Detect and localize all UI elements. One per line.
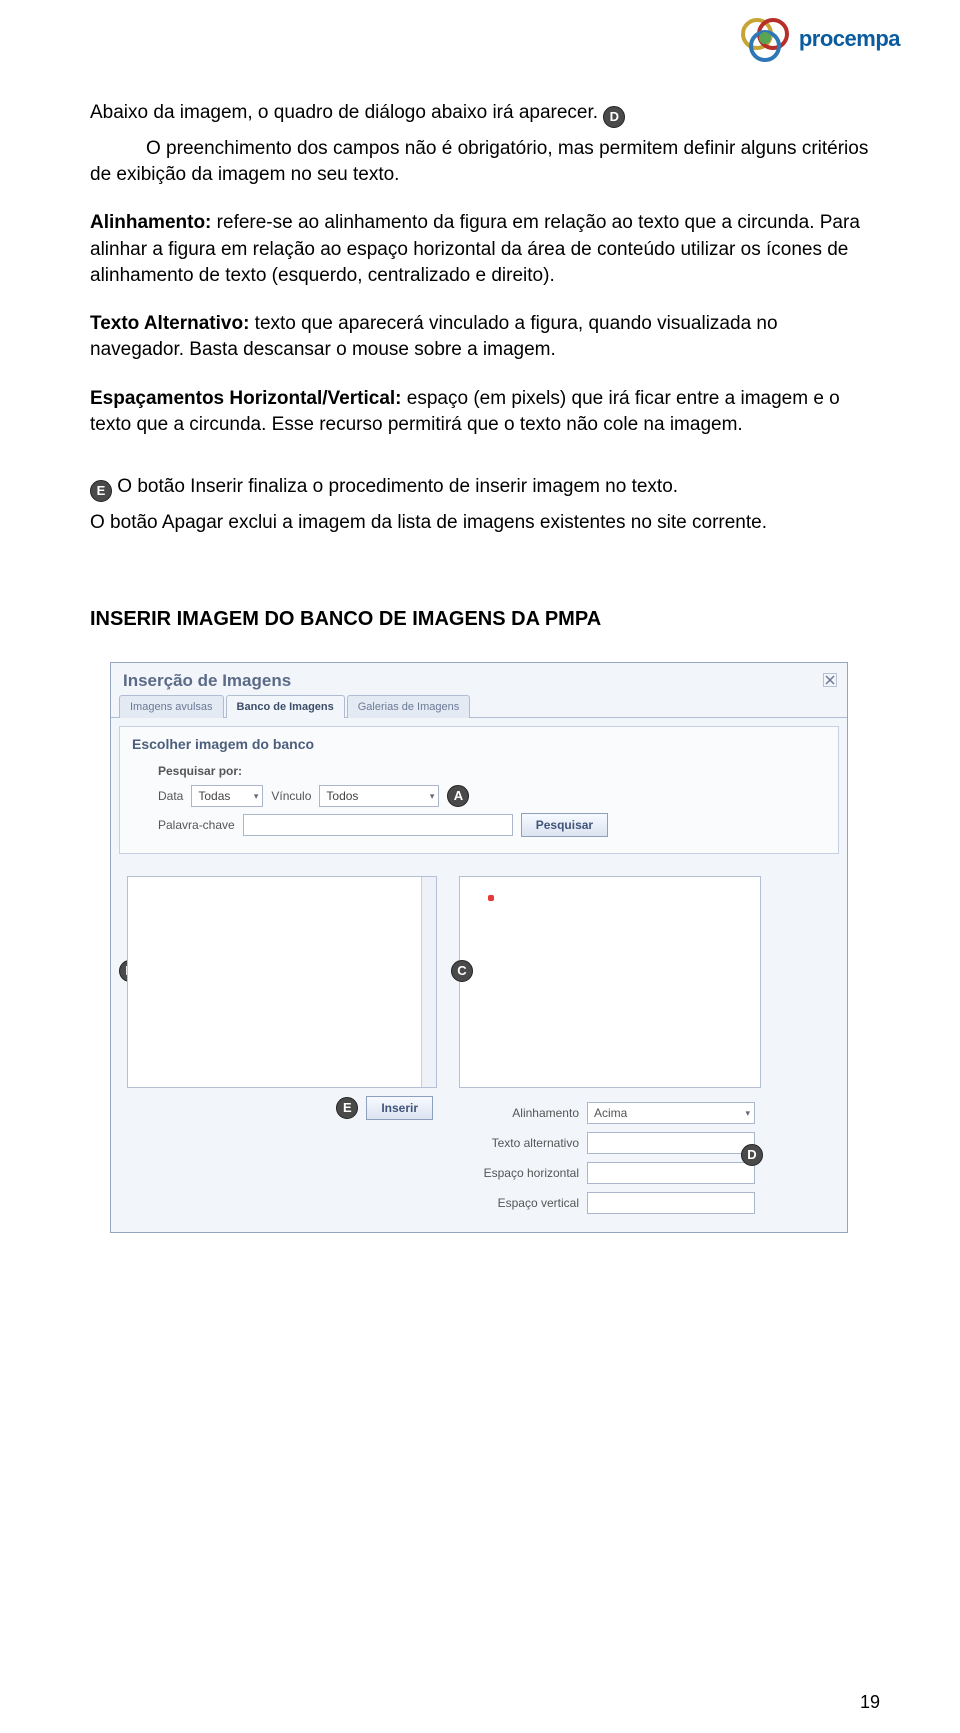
close-icon[interactable] [823, 673, 837, 687]
marker-a: A [447, 785, 469, 807]
vinculo-label: Vínculo [271, 788, 311, 805]
marker-e-inline: E [90, 480, 112, 502]
dialog-tabs: Imagens avulsas Banco de Imagens Galeria… [111, 694, 847, 718]
document-body: Abaixo da imagem, o quadro de diálogo ab… [90, 100, 870, 1233]
label-texto-alt: Texto Alternativo: [90, 313, 249, 334]
logo-text: procempa [799, 26, 900, 52]
tab-banco-imagens[interactable]: Banco de Imagens [226, 695, 345, 718]
text-inserir: O botão Inserir finaliza o procedimento … [112, 476, 678, 497]
label-alinhamento: Alinhamento: [90, 212, 211, 233]
paragraph-align: Alinhamento: refere-se ao alinhamento da… [90, 210, 870, 289]
tab-galerias[interactable]: Galerias de Imagens [347, 695, 471, 718]
paragraph-apagar: O botão Apagar exclui a imagem da lista … [90, 510, 870, 536]
prop-esp-v-label: Espaço vertical [459, 1195, 579, 1212]
dialog-title: Inserção de Imagens [123, 669, 291, 692]
pesquisar-button[interactable]: Pesquisar [521, 813, 608, 837]
data-value: Todas [198, 788, 230, 805]
chevron-down-icon: ▾ [254, 790, 259, 802]
label-espacamentos: Espaçamentos Horizontal/Vertical: [90, 388, 402, 409]
vinculo-select[interactable]: Todos ▾ [319, 785, 439, 807]
palavra-input[interactable] [243, 814, 513, 836]
vinculo-value: Todos [326, 788, 358, 805]
lower-area: B E Inserir C [111, 862, 847, 1232]
marker-e-dialog: E [336, 1097, 358, 1119]
paragraph-alt: Texto Alternativo: texto que aparecerá v… [90, 311, 870, 363]
alinhamento-select[interactable]: Acima ▾ [587, 1102, 755, 1124]
data-select[interactable]: Todas ▾ [191, 785, 263, 807]
marker-d-inline: D [603, 106, 625, 128]
page-number: 19 [860, 1692, 880, 1713]
espaco-v-input[interactable] [587, 1192, 755, 1214]
prop-alinhamento-label: Alinhamento [459, 1105, 579, 1122]
brand-logo: procempa [737, 14, 900, 64]
preview-placeholder-icon [488, 895, 494, 901]
results-listbox[interactable] [127, 876, 437, 1088]
prop-texto-alt-label: Texto alternativo [459, 1135, 579, 1152]
chevron-down-icon: ▾ [430, 790, 435, 802]
paragraph-fill: O preenchimento dos campos não é obrigat… [90, 136, 870, 188]
inserir-button[interactable]: Inserir [366, 1096, 433, 1120]
paragraph-spacing: Espaçamentos Horizontal/Vertical: espaço… [90, 386, 870, 438]
palavra-label: Palavra-chave [158, 817, 235, 834]
data-label: Data [158, 788, 183, 805]
intro-text: Abaixo da imagem, o quadro de diálogo ab… [90, 102, 598, 123]
search-panel: Escolher imagem do banco Pesquisar por: … [119, 726, 839, 854]
marker-d-dialog: D [741, 1144, 763, 1166]
espaco-h-input[interactable] [587, 1162, 755, 1184]
insert-image-dialog: Inserção de Imagens Imagens avulsas Banc… [110, 662, 848, 1233]
tab-imagens-avulsas[interactable]: Imagens avulsas [119, 695, 224, 718]
alinhamento-value: Acima [594, 1105, 627, 1122]
paragraph-intro: Abaixo da imagem, o quadro de diálogo ab… [90, 100, 870, 128]
panel-title: Escolher imagem do banco [132, 735, 826, 754]
paragraph-inserir: E O botão Inserir finaliza o procediment… [90, 474, 870, 502]
chevron-down-icon: ▾ [745, 1107, 750, 1119]
section-heading: INSERIR IMAGEM DO BANCO DE IMAGENS DA PM… [90, 606, 870, 634]
logo-icon [737, 14, 793, 64]
texto-alt-input[interactable] [587, 1132, 755, 1154]
scrollbar[interactable] [421, 877, 436, 1087]
properties-grid: Alinhamento Acima ▾ Texto alternativo Es… [459, 1102, 761, 1214]
search-label: Pesquisar por: [158, 763, 826, 780]
prop-esp-h-label: Espaço horizontal [459, 1165, 579, 1182]
preview-box [459, 876, 761, 1088]
